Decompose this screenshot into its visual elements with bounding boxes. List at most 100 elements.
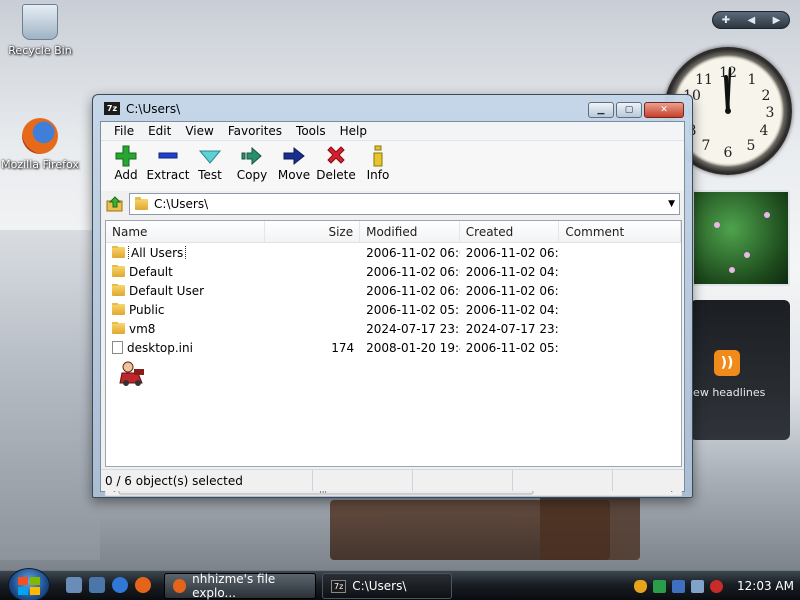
next-gadget-icon[interactable]: ▶	[773, 15, 781, 26]
minus-icon	[156, 144, 180, 168]
minimize-button[interactable]: ▁	[588, 102, 614, 118]
extract-button[interactable]: Extract	[146, 144, 190, 182]
monitor-icon[interactable]	[691, 579, 704, 593]
feed-gadget-label: iew headlines	[690, 386, 766, 399]
firefox-quicklaunch-icon[interactable]	[135, 577, 151, 593]
desktop-icon-label: Mozilla Firefox	[1, 158, 79, 171]
address-value: C:\Users\	[154, 197, 209, 211]
column-modified[interactable]: Modified	[360, 221, 460, 242]
menu-view[interactable]: View	[178, 124, 220, 138]
status-cell-modified	[413, 470, 513, 491]
show-desktop-icon[interactable]	[66, 577, 82, 593]
test-button[interactable]: Test	[189, 144, 231, 182]
file-created: 2006-11-02 06:01	[465, 283, 560, 298]
test-label: Test	[198, 168, 222, 182]
column-size[interactable]: Size	[265, 221, 361, 242]
menu-file[interactable]: File	[107, 124, 141, 138]
table-row[interactable]: All Users 2006-11-02 06:01 2006-11-02 06…	[106, 243, 681, 262]
file-modified: 2006-11-02 06:01	[366, 283, 460, 298]
internet-explorer-icon[interactable]	[112, 577, 128, 593]
taskbar: nhhizme's file explo... 7z C:\Users\ 12:…	[0, 568, 800, 600]
copy-label: Copy	[236, 168, 268, 182]
title-bar[interactable]: 7z C:\Users\ ▁ ▢ ✕	[93, 95, 692, 121]
table-row[interactable]: desktop.ini 174 2008-01-20 19:42 2006-11…	[106, 338, 681, 357]
close-button[interactable]: ✕	[644, 102, 684, 118]
security-shield-icon[interactable]	[634, 579, 647, 593]
svg-text:6: 6	[724, 145, 733, 161]
file-name: desktop.ini	[127, 340, 193, 355]
desktop-icon-firefox[interactable]: Mozilla Firefox	[0, 118, 80, 171]
firefox-icon	[22, 118, 58, 154]
update-icon[interactable]	[653, 579, 666, 593]
status-cell-extra	[513, 470, 613, 491]
copy-arrow-icon	[240, 144, 264, 168]
folder-icon	[135, 196, 148, 210]
window-title: C:\Users\	[126, 102, 181, 116]
file-name: Public	[129, 302, 165, 317]
up-folder-button[interactable]	[105, 194, 125, 214]
taskbar-item-7zip[interactable]: 7z C:\Users\	[322, 573, 452, 599]
rss-icon: ))	[714, 350, 740, 376]
table-row[interactable]: vm8 2024-07-17 23:26 2024-07-17 23:25	[106, 319, 681, 338]
file-size: 174	[331, 340, 355, 355]
file-modified: 2006-11-02 05:51	[366, 302, 460, 317]
menu-favorites[interactable]: Favorites	[221, 124, 289, 138]
mascot-icon	[119, 361, 144, 386]
address-field[interactable]: C:\Users\ ▼	[129, 193, 680, 215]
info-button[interactable]: Info	[357, 144, 399, 182]
desktop-icon-recycle-bin[interactable]: Recycle Bin	[0, 4, 80, 57]
add-label: Add	[114, 168, 138, 182]
table-row[interactable]: Default 2006-11-02 06:01 2006-11-02 04:1…	[106, 262, 681, 281]
plus-icon	[114, 144, 138, 168]
chevron-down-icon[interactable]: ▼	[668, 199, 675, 209]
taskbar-item-firefox[interactable]: nhhizme's file explo...	[164, 572, 316, 600]
network-icon[interactable]	[672, 579, 685, 593]
desktop-icon-label: Recycle Bin	[8, 44, 72, 57]
delete-x-icon	[324, 144, 348, 168]
sidebar-controls[interactable]: ✚ ◀ ▶	[712, 11, 790, 29]
menu-help[interactable]: Help	[333, 124, 374, 138]
file-created: 2006-11-02 06:01	[465, 245, 560, 260]
svg-text:4: 4	[760, 123, 769, 139]
table-row[interactable]: Public 2006-11-02 05:51 2006-11-02 04:18	[106, 300, 681, 319]
info-icon	[366, 144, 390, 168]
table-row[interactable]: Default User 2006-11-02 06:01 2006-11-02…	[106, 281, 681, 300]
toolbar: Add Extract Test Copy Move Delete Info	[101, 141, 684, 191]
file-modified: 2024-07-17 23:26	[366, 321, 460, 336]
feed-headlines-gadget[interactable]: )) iew headlines	[690, 300, 790, 440]
folder-icon	[112, 321, 125, 334]
taskbar-item-label: nhhizme's file explo...	[192, 572, 276, 600]
column-comment[interactable]: Comment	[559, 221, 681, 242]
delete-button[interactable]: Delete	[315, 144, 357, 182]
menu-tools[interactable]: Tools	[289, 124, 333, 138]
file-modified: 2006-11-02 06:01	[366, 264, 460, 279]
recycle-bin-icon	[22, 4, 58, 40]
delete-label: Delete	[316, 168, 356, 182]
maximize-button[interactable]: ▢	[616, 102, 642, 118]
svg-text:5: 5	[747, 138, 756, 154]
move-button[interactable]: Move	[273, 144, 315, 182]
column-name[interactable]: Name	[106, 221, 266, 242]
file-created: 2024-07-17 23:25	[465, 321, 560, 336]
menu-edit[interactable]: Edit	[141, 124, 178, 138]
wallpaper-snow	[0, 230, 100, 560]
taskbar-clock[interactable]: 12:03 AM	[737, 579, 794, 593]
switch-windows-icon[interactable]	[89, 577, 105, 593]
copy-button[interactable]: Copy	[231, 144, 273, 182]
svg-text:11: 11	[695, 72, 713, 88]
add-gadget-icon[interactable]: ✚	[722, 15, 730, 26]
svg-text:7: 7	[702, 138, 711, 154]
firefox-icon	[173, 579, 187, 593]
start-button[interactable]	[8, 568, 50, 600]
folder-up-icon	[106, 196, 123, 212]
slideshow-gadget[interactable]	[692, 190, 790, 286]
app-logo-icon: 7z	[104, 102, 120, 115]
status-bar: 0 / 6 object(s) selected	[101, 469, 684, 491]
file-list-header: Name Size Modified Created Comment	[106, 221, 681, 243]
add-button[interactable]: Add	[105, 144, 147, 182]
file-list[interactable]: Name Size Modified Created Comment All U…	[105, 220, 682, 467]
prev-gadget-icon[interactable]: ◀	[747, 15, 755, 26]
extract-label: Extract	[146, 168, 190, 182]
column-created[interactable]: Created	[460, 221, 560, 242]
volume-muted-icon[interactable]	[710, 579, 723, 593]
